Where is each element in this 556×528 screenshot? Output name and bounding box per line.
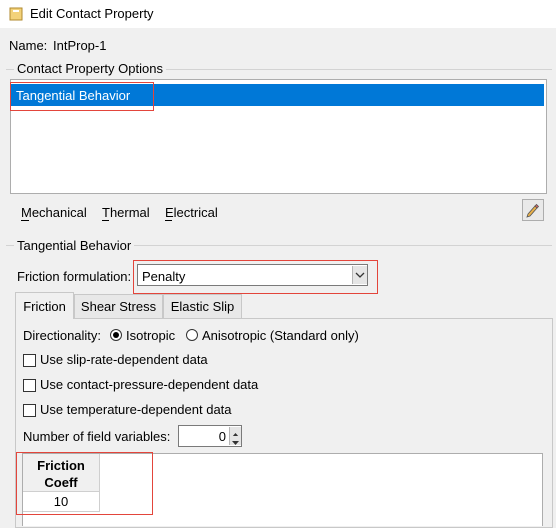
mnemonic-underline-e [165, 220, 172, 221]
mnemonic-underline-m [21, 220, 29, 221]
spin-down-button[interactable] [229, 436, 241, 445]
name-label: Name: [9, 38, 48, 53]
tab-friction[interactable]: Friction [15, 292, 74, 319]
radio-anisotropic[interactable] [186, 329, 198, 341]
window-title: Edit Contact Property [30, 6, 154, 21]
tab-elastic-slip[interactable]: Elastic Slip [163, 294, 242, 318]
tab-shear-stress[interactable]: Shear Stress [74, 294, 163, 318]
field-variables-label: Number of field variables: [23, 429, 171, 444]
arrow-down-icon [232, 441, 239, 445]
checkbox-slip-rate[interactable] [23, 354, 36, 367]
highlight-box-option [10, 82, 154, 111]
checkbox-contact-pressure[interactable] [23, 379, 36, 392]
tangential-group-title: Tangential Behavior [14, 238, 135, 253]
radio-isotropic[interactable] [110, 329, 122, 341]
mnemonic-underline-t [102, 220, 109, 221]
app-icon [9, 7, 23, 21]
radio-isotropic-label[interactable]: Isotropic [126, 328, 175, 343]
checkbox-contact-pressure-label[interactable]: Use contact-pressure-dependent data [40, 377, 258, 392]
highlight-box-table [16, 452, 153, 515]
spin-up-button[interactable] [229, 427, 241, 437]
menu-mechanical[interactable]: Mechanical [21, 205, 87, 220]
menu-electrical[interactable]: Electrical [165, 205, 218, 220]
checkbox-temperature-label[interactable]: Use temperature-dependent data [40, 402, 232, 417]
highlight-box-formulation [133, 260, 378, 294]
field-variables-value[interactable]: 0 [186, 429, 226, 444]
pencil-icon [526, 203, 540, 218]
directionality-label: Directionality: [23, 328, 102, 343]
radio-anisotropic-label[interactable]: Anisotropic (Standard only) [202, 328, 359, 343]
menu-thermal[interactable]: Thermal [102, 205, 150, 220]
friction-formulation-label: Friction formulation: [17, 269, 132, 284]
edit-button[interactable] [522, 199, 544, 221]
name-value: IntProp-1 [53, 38, 107, 53]
checkbox-slip-rate-label[interactable]: Use slip-rate-dependent data [40, 352, 208, 367]
options-group-title: Contact Property Options [14, 61, 166, 76]
checkbox-temperature[interactable] [23, 404, 36, 417]
radio-selected-dot [113, 332, 119, 338]
